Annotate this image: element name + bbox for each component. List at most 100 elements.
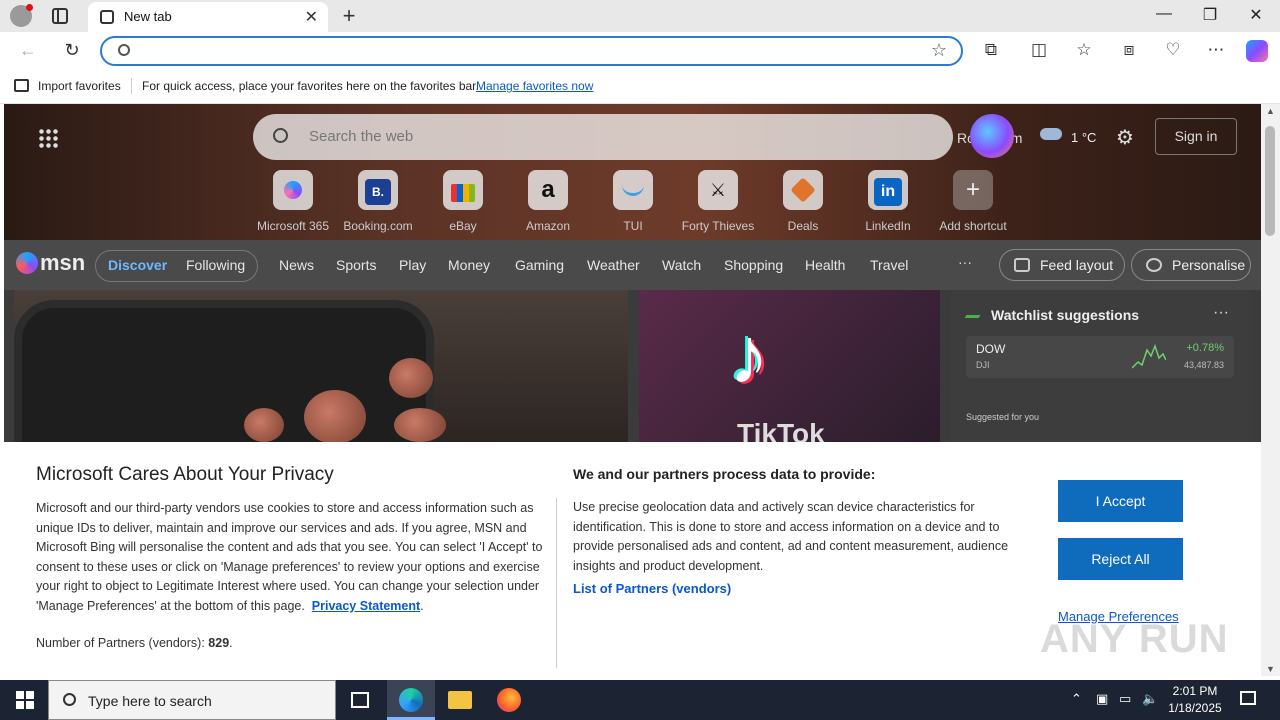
shortcut-label: Booking.com: [343, 219, 413, 233]
gear-icon[interactable]: ⚙: [1116, 125, 1134, 150]
linkedin-glyph: in: [874, 178, 902, 206]
taskbar-edge[interactable]: [387, 680, 435, 720]
tiktok-logo-icon: ♪: [729, 311, 769, 400]
browser-essentials-icon[interactable]: ♡: [1161, 40, 1185, 60]
layout-icon: [1014, 258, 1030, 272]
privacy-body: Microsoft and our third-party vendors us…: [36, 501, 543, 613]
nav-travel[interactable]: Travel: [870, 257, 908, 273]
watchlist-more-button[interactable]: ···: [1213, 304, 1229, 322]
amazon-icon: a: [528, 170, 568, 210]
shortcut-ebay[interactable]: eBay: [423, 170, 503, 233]
tag-icon: [783, 170, 823, 210]
swords-icon: ⚔: [698, 170, 738, 210]
taskbar-firefox[interactable]: [485, 680, 533, 720]
msn-logo[interactable]: msn: [16, 250, 85, 276]
shortcut-tui[interactable]: TUI: [593, 170, 673, 233]
privacy-statement-link[interactable]: Privacy Statement: [312, 599, 420, 613]
extensions-icon[interactable]: ⧉: [979, 40, 1003, 60]
nav-watch[interactable]: Watch: [662, 257, 701, 273]
new-tab-button[interactable]: +: [338, 3, 360, 29]
data-purposes-heading: We and our partners process data to prov…: [573, 466, 876, 482]
copilot-icon[interactable]: [1246, 40, 1268, 62]
minimize-button[interactable]: —: [1141, 5, 1187, 23]
reject-all-button[interactable]: Reject All: [1058, 538, 1183, 580]
clock-time: 2:01 PM: [1172, 684, 1218, 698]
add-shortcut-button[interactable]: + Add shortcut: [933, 170, 1013, 233]
copilot-icon[interactable]: [970, 114, 1014, 158]
favorites-bar: Import favorites For quick access, place…: [0, 70, 1280, 104]
shortcut-microsoft-365[interactable]: Microsoft 365: [253, 170, 333, 233]
more-menu-icon[interactable]: ⋯: [1204, 40, 1228, 60]
sign-in-button[interactable]: Sign in: [1155, 118, 1237, 155]
address-bar[interactable]: ☆: [100, 36, 963, 66]
news-card-tiktok[interactable]: ♪ TikTok: [639, 290, 940, 449]
nav-health[interactable]: Health: [805, 257, 845, 273]
collections-icon[interactable]: ⧈: [1117, 40, 1141, 60]
data-purposes-body: Use precise geolocation data and activel…: [573, 500, 1009, 573]
tab-following[interactable]: Following: [186, 257, 245, 273]
news-card-airfryer[interactable]: [14, 290, 628, 470]
shortcut-label: LinkedIn: [865, 219, 911, 233]
temperature[interactable]: 1 °C: [1071, 130, 1096, 145]
tab-new-tab[interactable]: New tab ✕: [88, 2, 328, 32]
favorite-star-icon[interactable]: ☆: [931, 40, 947, 61]
tab-discover[interactable]: Discover: [108, 257, 167, 273]
task-view-icon: [351, 692, 369, 708]
windows-start-icon[interactable]: [16, 691, 34, 709]
close-window-button[interactable]: ✕: [1233, 5, 1279, 25]
feed-layout-button[interactable]: Feed layout: [999, 249, 1125, 281]
notifications-icon[interactable]: [1240, 691, 1256, 705]
stock-name: DJI: [976, 360, 990, 370]
shortcut-deals[interactable]: Deals: [763, 170, 843, 233]
edge-icon: [399, 688, 423, 712]
restore-button[interactable]: ❐: [1187, 5, 1233, 25]
toolbar: ← ↻ ☆ ⧉ ◫ ☆ ⧈ ♡ ⋯: [0, 32, 1280, 70]
back-button[interactable]: ←: [16, 40, 40, 61]
nav-shopping[interactable]: Shopping: [724, 257, 783, 273]
tab-actions-icon[interactable]: [52, 8, 68, 24]
manage-preferences-link[interactable]: Manage Preferences: [1058, 609, 1179, 624]
volume-icon[interactable]: 🔈: [1142, 691, 1158, 707]
device-icon[interactable]: ▣: [1096, 691, 1108, 707]
nav-news[interactable]: News: [279, 257, 314, 273]
chevron-up-icon[interactable]: ⌃: [1071, 691, 1082, 707]
more-nav-button[interactable]: ···: [958, 254, 972, 270]
favorites-icon[interactable]: ☆: [1072, 40, 1096, 60]
scroll-thumb[interactable]: [1265, 126, 1275, 236]
scroll-up-arrow-icon[interactable]: ▲: [1266, 106, 1275, 116]
shortcut-booking[interactable]: B. Booking.com: [338, 170, 418, 233]
manage-favorites-link[interactable]: Manage favorites now: [476, 79, 593, 93]
import-favorites-button[interactable]: Import favorites: [38, 79, 121, 93]
accept-button[interactable]: I Accept: [1058, 480, 1183, 522]
close-tab-icon[interactable]: ✕: [305, 7, 318, 27]
nav-play[interactable]: Play: [399, 257, 426, 273]
nav-money[interactable]: Money: [448, 257, 490, 273]
page-scrollbar[interactable]: ▲ ▼: [1261, 104, 1280, 676]
search-icon: [273, 128, 288, 143]
nav-weather[interactable]: Weather: [587, 257, 640, 273]
booking-glyph: B.: [365, 179, 391, 205]
split-screen-icon[interactable]: ◫: [1027, 40, 1051, 60]
shortcut-amazon[interactable]: a Amazon: [508, 170, 588, 233]
sparkle-icon: [1146, 258, 1162, 272]
web-search-box[interactable]: Search the web: [253, 114, 953, 160]
privacy-body-text: Microsoft and our third-party vendors us…: [36, 501, 543, 613]
taskbar-search-box[interactable]: Type here to search: [48, 680, 336, 720]
refresh-button[interactable]: ↻: [60, 40, 84, 61]
system-clock[interactable]: 2:01 PM 1/18/2025: [1163, 683, 1227, 717]
msn-navigation: msn Discover Following News Sports Play …: [4, 240, 1261, 290]
profile-avatar[interactable]: [10, 4, 33, 27]
stock-row-dow[interactable]: DOW DJI +0.78% 43,487.83: [966, 336, 1234, 378]
nav-sports[interactable]: Sports: [336, 257, 376, 273]
shortcut-linkedin[interactable]: in LinkedIn: [848, 170, 928, 233]
task-view-button[interactable]: [336, 680, 384, 720]
taskbar-file-explorer[interactable]: [436, 680, 484, 720]
shortcut-forty-thieves[interactable]: ⚔ Forty Thieves: [678, 170, 758, 233]
list-of-partners-link[interactable]: List of Partners (vendors): [573, 581, 731, 596]
network-icon[interactable]: ▭: [1119, 691, 1131, 707]
personalise-button[interactable]: Personalise: [1131, 249, 1251, 281]
scroll-down-arrow-icon[interactable]: ▼: [1266, 664, 1275, 674]
apps-grid-icon[interactable]: [38, 128, 58, 148]
sparkline-chart: [1132, 343, 1166, 369]
nav-gaming[interactable]: Gaming: [515, 257, 564, 273]
